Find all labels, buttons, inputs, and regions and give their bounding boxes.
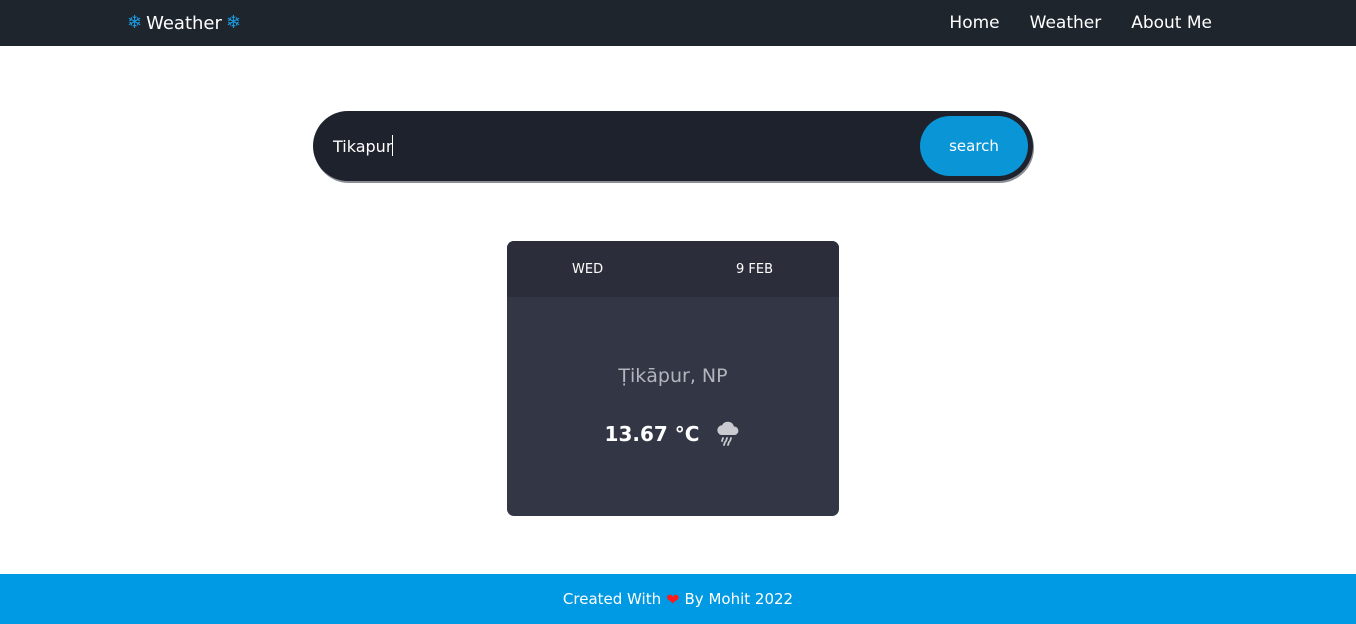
nav-link-about-me[interactable]: About Me <box>1131 13 1212 33</box>
temperature-row: 13.67 °C <box>507 421 839 447</box>
heart-icon: ❤ <box>666 589 680 609</box>
search-input[interactable] <box>333 131 893 161</box>
search-button[interactable]: search <box>920 116 1028 176</box>
brand-label: Weather <box>146 12 222 34</box>
nav-link-home[interactable]: Home <box>949 13 999 33</box>
footer-suffix: By Mohit 2022 <box>684 590 794 608</box>
snowflake-icon: ❄ <box>127 12 143 33</box>
card-header: WED 9 FEB <box>507 241 839 297</box>
nav-link-weather[interactable]: Weather <box>1030 13 1102 33</box>
navbar: ❄ Weather ❄ Home Weather About Me <box>0 0 1356 46</box>
text-caret <box>392 135 393 156</box>
date-label: 9 FEB <box>736 261 774 277</box>
weather-card: WED 9 FEB Ṭikāpur, NP 13.67 °C <box>507 241 839 516</box>
rain-cloud-icon <box>717 421 739 446</box>
temperature-value: 13.67 °C <box>604 422 700 446</box>
location-label: Ṭikāpur, NP <box>618 365 728 387</box>
footer-prefix: Created With <box>562 590 662 608</box>
footer: Created With ❤ By Mohit 2022 <box>0 574 1356 624</box>
brand-link[interactable]: ❄ Weather ❄ <box>127 0 241 46</box>
nav-links: Home Weather About Me <box>949 0 1212 46</box>
search-bar: search <box>313 111 1033 181</box>
day-label: WED <box>572 261 604 277</box>
snowflake-icon: ❄ <box>225 12 241 33</box>
